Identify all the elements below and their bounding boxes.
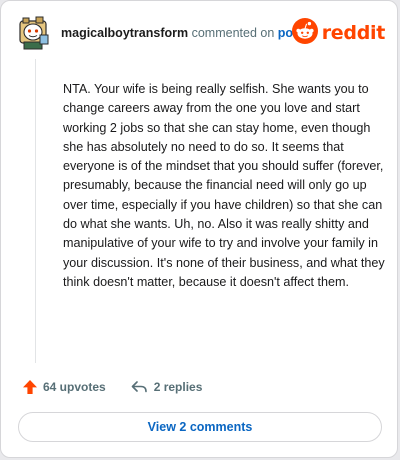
upvote-arrow-icon bbox=[22, 379, 38, 395]
replies-button[interactable]: 2 replies bbox=[124, 379, 203, 395]
thread-line bbox=[35, 59, 36, 363]
reddit-logo[interactable]: reddit bbox=[291, 17, 386, 49]
reddit-logo-icon bbox=[291, 17, 318, 49]
comment-meta: magicalboytransform commented on post bbox=[61, 25, 304, 41]
comment-body: NTA. Your wife is being really selfish. … bbox=[63, 82, 385, 289]
action-text: commented on bbox=[191, 26, 275, 40]
comment-card: magicalboytransform commented on post re… bbox=[0, 0, 398, 458]
avatar[interactable] bbox=[15, 15, 51, 51]
reddit-wordmark: reddit bbox=[321, 22, 386, 44]
reply-count: 2 replies bbox=[153, 380, 203, 394]
upvote-button[interactable]: 64 upvotes bbox=[17, 379, 106, 395]
reply-arrow-icon bbox=[130, 379, 148, 395]
upvote-count: 64 upvotes bbox=[43, 380, 106, 394]
view-comments-button[interactable]: View 2 comments bbox=[18, 412, 382, 442]
username[interactable]: magicalboytransform bbox=[61, 26, 188, 40]
comment-actions: 64 upvotes 2 replies bbox=[17, 377, 202, 397]
comment-header: magicalboytransform commented on post re… bbox=[15, 15, 387, 51]
